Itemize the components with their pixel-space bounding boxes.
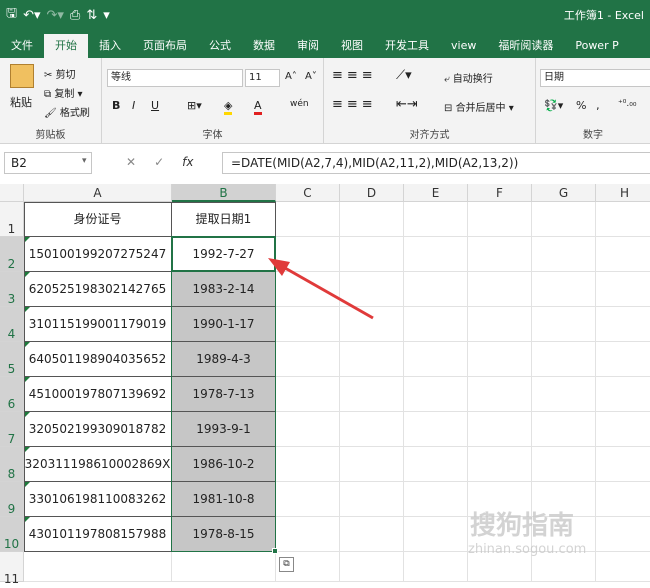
watermark-url: zhinan.sogou.com — [468, 542, 587, 557]
annotation-arrow-head — [268, 258, 290, 276]
watermark-logo: 搜狗指南 — [470, 511, 575, 541]
annotation-arrow-shaft — [277, 262, 374, 320]
annotation-arrow-layer — [268, 258, 374, 320]
